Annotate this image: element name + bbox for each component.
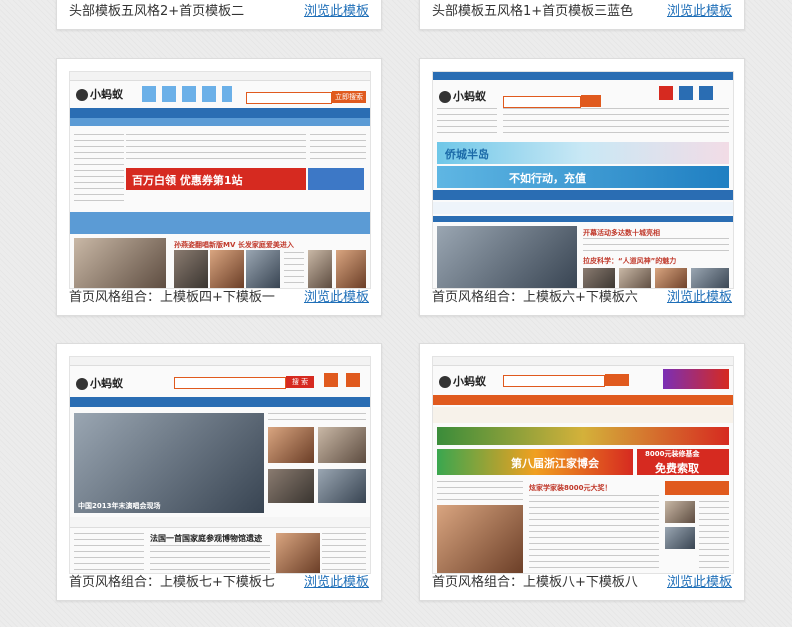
template-card: 小蚂蚁 立即搜索 百万白领 优惠券第1站 孙燕姿翻唱新版MV 长发家庭爱美进入 … [56, 58, 382, 316]
template-card: 小蚂蚁 第八届浙江家博会 8000元装修基金 免费索取 炫家学家装8000元大奖… [419, 343, 745, 601]
browse-template-link[interactable]: 浏览此模板 [667, 571, 732, 590]
site-logo: 小蚂蚁 [76, 86, 123, 102]
site-logo: 小蚂蚁 [439, 373, 486, 389]
ant-logo-icon [439, 376, 451, 388]
template-thumbnail[interactable]: 小蚂蚁 搜 索 中国2013年末演唱会现场 法国一首国家庭参观博物馆遗迹 [69, 356, 371, 574]
template-caption: 首页风格组合：上模板八+下模板八 [432, 575, 638, 590]
site-logo: 小蚂蚁 [76, 375, 123, 391]
browse-template-link[interactable]: 浏览此模板 [304, 286, 369, 305]
template-card: 小蚂蚁 侨城半岛 不如行动，充值 开幕活动多达数十城亮相 拉皮科学：“人道风神”… [419, 58, 745, 316]
template-thumbnail[interactable]: 小蚂蚁 第八届浙江家博会 8000元装修基金 免费索取 炫家学家装8000元大奖… [432, 356, 734, 574]
template-caption: 首页风格组合：上模板七+下模板七 [69, 575, 275, 590]
template-caption: 头部模板五风格2+首页模板二 [69, 4, 245, 19]
site-logo: 小蚂蚁 [439, 88, 486, 104]
ant-logo-icon [76, 89, 88, 101]
template-caption: 头部模板五风格1+首页模板三蓝色 [432, 4, 634, 19]
template-caption: 首页风格组合：上模板六+下模板六 [432, 290, 638, 305]
template-caption: 首页风格组合：上模板四+下模板一 [69, 290, 275, 305]
template-card: 头部模板五风格1+首页模板三蓝色 浏览此模板 [419, 0, 745, 30]
browse-template-link[interactable]: 浏览此模板 [667, 0, 732, 19]
template-card: 小蚂蚁 搜 索 中国2013年末演唱会现场 法国一首国家庭参观博物馆遗迹 首页风… [56, 343, 382, 601]
template-card: 头部模板五风格2+首页模板二 浏览此模板 [56, 0, 382, 30]
ant-logo-icon [76, 378, 88, 390]
template-thumbnail[interactable]: 小蚂蚁 侨城半岛 不如行动，充值 开幕活动多达数十城亮相 拉皮科学：“人道风神”… [432, 71, 734, 289]
template-thumbnail[interactable]: 小蚂蚁 立即搜索 百万白领 优惠券第1站 孙燕姿翻唱新版MV 长发家庭爱美进入 [69, 71, 371, 289]
browse-template-link[interactable]: 浏览此模板 [304, 571, 369, 590]
ant-logo-icon [439, 91, 451, 103]
browse-template-link[interactable]: 浏览此模板 [304, 0, 369, 19]
browse-template-link[interactable]: 浏览此模板 [667, 286, 732, 305]
